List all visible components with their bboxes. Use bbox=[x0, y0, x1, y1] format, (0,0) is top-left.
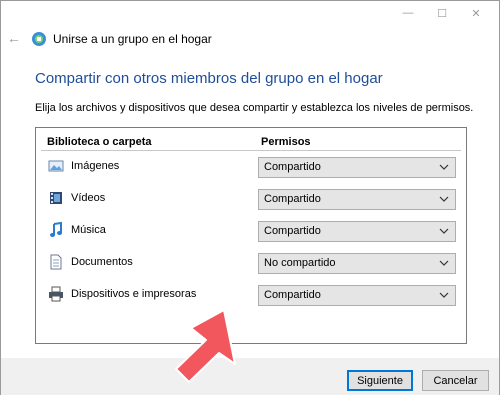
row-label-devices-printers: Dispositivos e impresoras bbox=[71, 288, 197, 300]
homegroup-wizard-window: — ☐ ✕ ← Unirse a un grupo en el hogar Co… bbox=[0, 0, 500, 395]
chevron-down-icon bbox=[439, 164, 449, 170]
permission-value-music: Compartido bbox=[264, 225, 321, 237]
music-icon bbox=[50, 222, 62, 237]
annotation-arrow-icon bbox=[175, 309, 236, 383]
close-button[interactable]: ✕ bbox=[453, 1, 499, 25]
row-label-documents: Documentos bbox=[71, 256, 133, 268]
permission-value-pictures: Compartido bbox=[264, 161, 321, 173]
cancel-button[interactable]: Cancelar bbox=[422, 370, 489, 391]
permission-select-music[interactable]: Compartido bbox=[258, 221, 456, 242]
wizard-title: Unirse a un grupo en el hogar bbox=[53, 32, 212, 46]
back-arrow-icon[interactable]: ← bbox=[7, 30, 21, 46]
wizard-footer: Siguiente Cancelar bbox=[1, 358, 499, 395]
wizard-nav-row: ← Unirse a un grupo en el hogar bbox=[1, 27, 499, 51]
page-subtitle: Elija los archivos y dispositivos que de… bbox=[35, 102, 474, 114]
permission-value-documents: No compartido bbox=[264, 257, 336, 269]
chevron-down-icon bbox=[439, 196, 449, 202]
permission-value-videos: Compartido bbox=[264, 193, 321, 205]
pictures-icon bbox=[48, 160, 64, 172]
documents-icon bbox=[50, 254, 62, 270]
permission-select-pictures[interactable]: Compartido bbox=[258, 157, 456, 178]
chevron-down-icon bbox=[439, 228, 449, 234]
header-divider bbox=[41, 150, 461, 151]
permission-value-devices-printers: Compartido bbox=[264, 289, 321, 301]
homegroup-icon bbox=[32, 32, 46, 46]
next-button[interactable]: Siguiente bbox=[347, 370, 413, 391]
row-label-pictures: Imágenes bbox=[71, 160, 120, 172]
library-column-header: Biblioteca o carpeta bbox=[47, 136, 152, 148]
permission-select-devices-printers[interactable]: Compartido bbox=[258, 285, 456, 306]
permission-select-documents[interactable]: No compartido bbox=[258, 253, 456, 274]
chevron-down-icon bbox=[439, 292, 449, 298]
permission-select-videos[interactable]: Compartido bbox=[258, 189, 456, 210]
chevron-down-icon bbox=[439, 260, 449, 266]
title-bar: — ☐ ✕ bbox=[1, 1, 499, 25]
printer-icon bbox=[49, 286, 63, 302]
row-label-videos: Vídeos bbox=[71, 192, 106, 204]
videos-icon bbox=[50, 192, 62, 204]
share-settings-panel: Biblioteca o carpeta Permisos Imágenes C… bbox=[35, 127, 467, 344]
page-heading: Compartir con otros miembros del grupo e… bbox=[35, 70, 383, 87]
row-label-music: Música bbox=[71, 224, 106, 236]
permissions-column-header: Permisos bbox=[261, 136, 311, 148]
